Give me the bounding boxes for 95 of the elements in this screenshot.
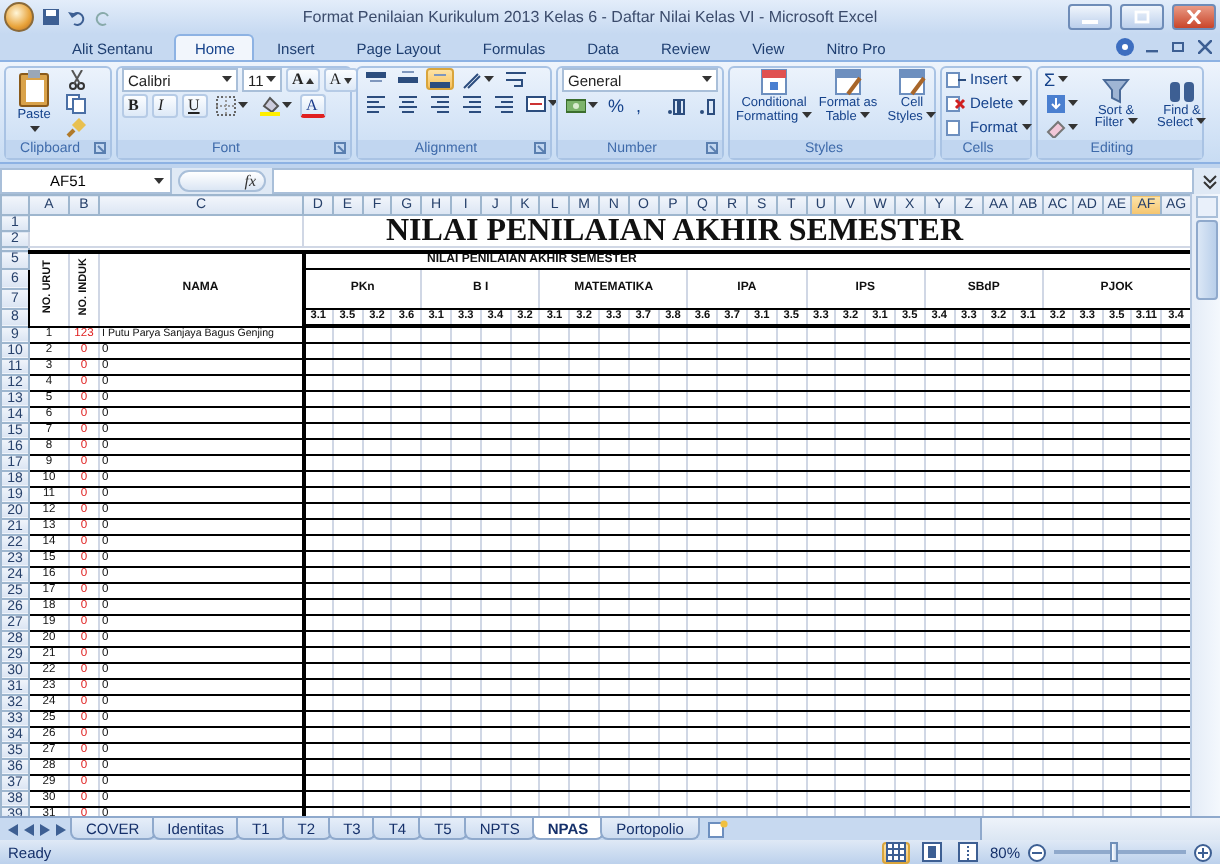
caret-icon xyxy=(1068,99,1078,107)
view-button[interactable] xyxy=(881,841,910,863)
cell-brush-icon xyxy=(898,68,926,96)
format-cells-icon xyxy=(946,117,966,137)
wrap-text-icon xyxy=(506,69,526,89)
dialog-launcher-icon[interactable] xyxy=(706,142,718,154)
dialog-launcher-icon[interactable] xyxy=(94,142,106,154)
caret-icon xyxy=(588,101,598,109)
fill-button[interactable] xyxy=(1042,92,1082,114)
vertical-scrollbar[interactable] xyxy=(1190,194,1220,816)
grow-font-button[interactable]: A xyxy=(286,68,320,92)
formula-input[interactable] xyxy=(272,168,1194,194)
orientation-button[interactable] xyxy=(458,68,498,90)
view-button[interactable] xyxy=(917,841,946,863)
fill-color-button[interactable] xyxy=(256,95,296,117)
caret-icon xyxy=(1021,123,1032,131)
caret-icon xyxy=(1017,99,1028,107)
caret-icon xyxy=(1011,75,1022,83)
colored-grid-icon xyxy=(760,68,788,96)
minus-icon[interactable] xyxy=(1028,843,1046,861)
maximize-button[interactable] xyxy=(1120,4,1164,30)
caret-up-icon xyxy=(305,77,314,83)
slider-thumb[interactable] xyxy=(1109,842,1118,862)
caret-icon xyxy=(266,76,276,84)
shrink-font-button[interactable]: A xyxy=(323,68,358,92)
increase-decimal-button[interactable] xyxy=(662,94,690,116)
office-button[interactable] xyxy=(4,2,34,32)
caret-icon xyxy=(1068,123,1078,131)
number-style-button[interactable]: , xyxy=(634,94,658,116)
dialog-launcher-icon[interactable] xyxy=(534,142,546,154)
align-bars-icon xyxy=(398,69,418,89)
decimal-icon xyxy=(698,95,718,115)
close-button[interactable] xyxy=(1172,4,1216,30)
decimal-icon xyxy=(666,95,686,115)
maximize-icon xyxy=(1134,10,1150,24)
align-bars-icon xyxy=(430,69,450,89)
autosum-button[interactable]: Σ xyxy=(1042,68,1082,90)
close-icon xyxy=(1186,10,1202,24)
caret-icon xyxy=(1196,118,1207,126)
plus-icon[interactable] xyxy=(1194,843,1212,861)
font-style-button[interactable]: U xyxy=(182,94,208,118)
horizontal-scrollbar[interactable] xyxy=(980,818,1220,840)
caret-icon xyxy=(926,111,937,119)
slanted-text-icon xyxy=(462,69,482,89)
clipboard-icon[interactable] xyxy=(16,68,52,108)
new-sheet-icon[interactable] xyxy=(707,820,728,838)
font-style-button[interactable]: I xyxy=(152,94,178,118)
caret-down-icon xyxy=(343,77,352,83)
double-chevron-icon[interactable] xyxy=(1200,171,1220,191)
copy-icon[interactable] xyxy=(62,92,90,114)
help-icon[interactable] xyxy=(1116,38,1134,56)
vertical-align-button[interactable] xyxy=(426,68,454,90)
font-color-button[interactable]: A xyxy=(300,94,326,118)
window-title: Format Penilaian Kurikulum 2013 Kelas 6 - Daftar Nilai Kelas VI - Microsoft Excel xyxy=(300,8,880,26)
restore-icon[interactable] xyxy=(1172,40,1186,54)
save-icon[interactable] xyxy=(42,8,60,26)
currency-button[interactable] xyxy=(562,94,602,116)
caret-icon xyxy=(282,102,292,110)
number-style-button[interactable]: % xyxy=(606,94,630,116)
font-style-button[interactable]: B xyxy=(122,94,148,118)
caret-icon xyxy=(238,102,248,110)
borders-button[interactable] xyxy=(212,95,252,117)
funnel-icon xyxy=(1102,75,1130,103)
caret-icon xyxy=(801,111,812,119)
view-button[interactable] xyxy=(953,841,982,863)
dialog-launcher-icon[interactable] xyxy=(334,142,346,154)
caret-icon xyxy=(548,99,558,107)
caret-icon xyxy=(484,75,494,83)
caret-icon xyxy=(702,76,712,84)
caret-icon xyxy=(860,111,871,119)
money-icon xyxy=(566,95,586,115)
caret-icon xyxy=(1127,118,1138,126)
minimize-button[interactable] xyxy=(1068,4,1112,30)
caret-icon xyxy=(222,76,232,84)
table-brush-icon xyxy=(834,68,862,96)
caret-icon xyxy=(154,177,164,185)
insert-function-button[interactable]: fx xyxy=(178,170,266,192)
caret-icon xyxy=(1057,75,1068,83)
wrap-text-button[interactable] xyxy=(502,68,530,90)
clear-button[interactable] xyxy=(1042,116,1082,138)
delete-cross-icon xyxy=(946,93,966,113)
sheet-title: NILAI PENILAIAN AKHIR SEMESTER xyxy=(384,213,964,247)
grid-icon xyxy=(885,842,906,862)
brush-icon[interactable] xyxy=(62,116,90,138)
page-icon xyxy=(921,842,942,862)
caret-icon xyxy=(29,125,39,133)
undo-icon[interactable] xyxy=(68,8,86,26)
merge-cells-icon xyxy=(526,93,546,113)
border-grid-icon xyxy=(216,96,236,116)
merge-button[interactable] xyxy=(522,92,562,114)
down-arrow-icon xyxy=(1046,93,1066,113)
close-icon[interactable] xyxy=(1198,40,1212,54)
paint-bucket-icon xyxy=(260,96,280,116)
insert-rows-icon xyxy=(946,69,966,89)
page-split-icon xyxy=(957,842,978,862)
